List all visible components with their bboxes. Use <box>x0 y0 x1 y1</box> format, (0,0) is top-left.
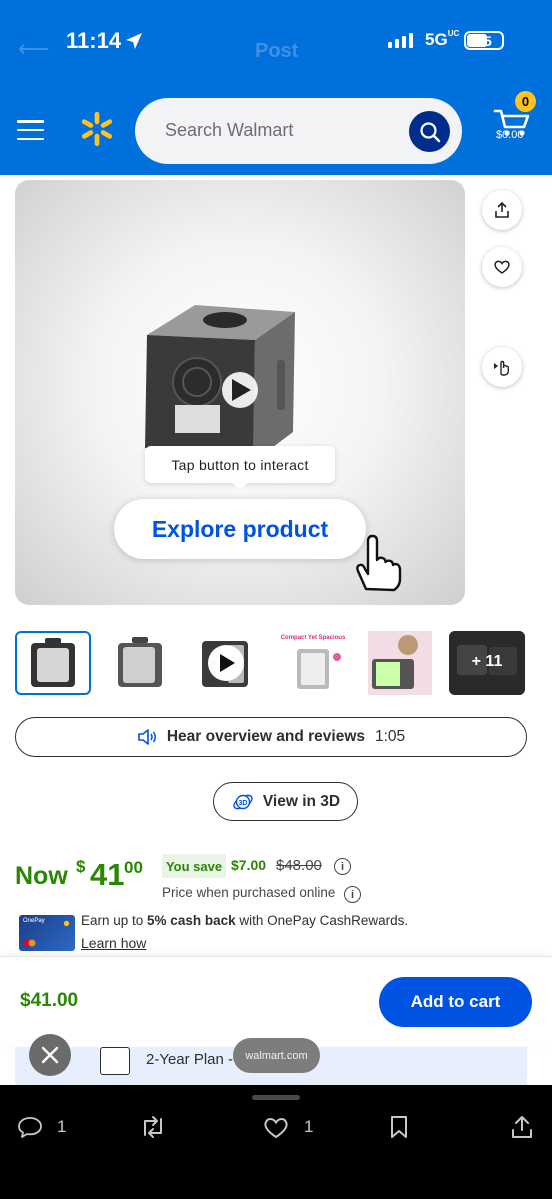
back-ghost-icon: ⟵ <box>18 36 50 61</box>
learn-how-link[interactable]: Learn how <box>81 935 146 951</box>
url-pill[interactable]: walmart.com <box>233 1038 320 1073</box>
thumbnail-image <box>118 637 162 687</box>
info-icon[interactable]: i <box>344 886 361 903</box>
thumbnail-1[interactable] <box>15 631 91 695</box>
thumbnail-2[interactable] <box>102 631 178 695</box>
onepay-suffix: with OnePay CashRewards. <box>235 913 409 928</box>
currency-symbol: $ <box>76 857 86 876</box>
network-badge: UC <box>447 29 460 38</box>
menu-icon[interactable] <box>17 120 44 140</box>
battery-icon: 35 <box>464 31 504 50</box>
heart-icon <box>494 260 510 274</box>
like-count: 1 <box>304 1117 314 1136</box>
online-price-note: Price when purchased online <box>162 885 336 900</box>
hear-overview-button[interactable]: Hear overview and reviews 1:05 <box>15 717 527 757</box>
explore-product-button[interactable]: Explore product <box>114 499 366 559</box>
page: ⟵ 11:14 Post 5GUC 35 Search Walmart 0 $0… <box>0 0 552 1199</box>
view-in-3d-button[interactable]: 3D View in 3D <box>213 782 358 821</box>
signal-icon <box>388 32 413 48</box>
status-time: 11:14 <box>66 28 122 53</box>
now-label: Now <box>15 862 68 890</box>
thumbnail-more[interactable]: + 11 <box>449 631 525 695</box>
reply-icon <box>18 1117 42 1138</box>
info-icon[interactable]: i <box>334 858 351 875</box>
thumbnail-caption: Compact Yet Spacious <box>281 635 346 641</box>
pointer-hand-icon <box>356 534 402 592</box>
reply-count: 1 <box>57 1117 67 1136</box>
save-amount: $7.00 <box>231 857 267 873</box>
more-images-count: + 11 <box>471 653 503 670</box>
plan-label: 2-Year Plan - <box>146 1051 233 1068</box>
grab-handle[interactable] <box>252 1095 300 1100</box>
was-price: $48.00 <box>276 857 322 874</box>
network-type: 5G <box>425 30 448 49</box>
ghost-title: Post <box>255 40 299 62</box>
3d-icon: 3D <box>233 794 253 809</box>
favorite-button[interactable] <box>482 247 522 287</box>
plan-checkbox[interactable] <box>100 1047 130 1075</box>
you-save-badge: You save <box>162 854 226 878</box>
cart-count-badge: 0 <box>515 91 536 112</box>
interact-tooltip: Tap button to interact <box>145 446 335 490</box>
close-icon <box>41 1046 59 1064</box>
onepay-card-label: OnePay <box>23 918 45 924</box>
thumbnail-image <box>368 631 432 695</box>
sticky-price: $41.00 <box>20 990 79 1011</box>
audio-duration: 1:05 <box>375 728 406 745</box>
3d-badge: 3D <box>238 800 247 807</box>
thumbnail-image <box>202 641 248 687</box>
reply-button[interactable]: 1 <box>17 1115 66 1139</box>
walmart-spark-logo[interactable] <box>78 110 116 148</box>
add-to-cart-button[interactable]: Add to cart <box>379 977 532 1027</box>
like-button[interactable]: 1 <box>262 1115 313 1139</box>
interactive-demo-button[interactable] <box>482 347 522 387</box>
speaker-icon <box>138 729 156 745</box>
share-post-button[interactable] <box>510 1115 534 1139</box>
onepay-card-image: OnePay <box>19 915 75 951</box>
onepay-prefix: Earn up to <box>81 913 148 928</box>
search-input[interactable]: Search Walmart <box>165 120 293 141</box>
repost-icon <box>144 1116 162 1138</box>
mastercard-icon <box>23 939 36 947</box>
price-whole: 41 <box>90 857 125 892</box>
status-bar: ⟵ 11:14 Post 5GUC 35 <box>0 0 552 80</box>
price-cents: 00 <box>124 858 143 877</box>
battery-level: 35 <box>476 32 492 49</box>
onepay-promo-text: Earn up to 5% cash back with OnePay Cash… <box>81 913 408 928</box>
search-button[interactable] <box>409 111 450 152</box>
location-arrow-icon <box>126 33 142 49</box>
cart-total: $0.00 <box>496 129 524 141</box>
share-icon <box>495 201 509 218</box>
search-icon <box>419 121 440 142</box>
thumbnail-image <box>31 638 75 687</box>
thumbnail-5[interactable] <box>362 631 438 695</box>
view-in-3d-label: View in 3D <box>262 792 341 810</box>
share-post-icon <box>512 1116 532 1138</box>
spark-mini-icon <box>63 920 70 927</box>
search-bar[interactable]: Search Walmart <box>135 98 462 164</box>
bottom-action-bar <box>0 1085 552 1199</box>
network-label: 5GUC <box>425 29 460 50</box>
bookmark-button[interactable] <box>388 1115 410 1139</box>
share-button[interactable] <box>482 190 522 230</box>
onepay-bold: 5% cash back <box>147 913 236 928</box>
like-heart-icon <box>264 1118 288 1139</box>
bookmark-icon <box>391 1116 407 1138</box>
thumbnail-4[interactable]: Compact Yet Spacious <box>275 631 351 695</box>
thumbnail-image: Compact Yet Spacious <box>281 635 346 689</box>
hear-overview-label: Hear overview and reviews <box>166 728 365 745</box>
thumbnail-3-video[interactable] <box>188 631 264 695</box>
close-browser-button[interactable] <box>29 1034 71 1076</box>
repost-button[interactable] <box>139 1115 167 1139</box>
tap-hand-icon <box>494 360 509 376</box>
